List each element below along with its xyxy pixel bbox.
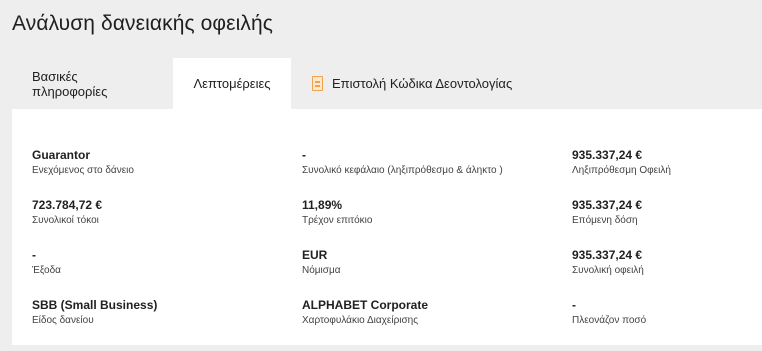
next-installment-field: 935.337,24 € Επόμενη δόση [572,198,642,227]
current-rate-field: 11,89% Τρέχον επιτόκιο [302,198,372,227]
tab-basic-info-label: Βασικές πληροφορίες [32,68,108,99]
total-debt-value: 935.337,24 € [572,248,643,262]
total-capital-value: - [302,148,306,162]
guarantor-label: Ενεχόμενος στο δάνειο [32,165,134,177]
total-interest-label: Συνολικοί τόκοι [32,215,99,227]
tab-details[interactable]: Λεπτομέρειες [173,58,291,109]
expenses-value: - [32,248,36,262]
total-debt-field: 935.337,24 € Συνολική οφειλή [572,248,644,277]
next-installment-label: Επόμενη δόση [572,215,638,227]
currency-label: Νόμισμα [302,265,341,277]
loan-type-label: Είδος δανείου [32,315,94,327]
tab-details-label: Λεπτομέρειες [193,76,271,91]
surplus-field: - Πλεονάζον ποσό [572,298,646,327]
surplus-value: - [572,298,576,312]
currency-value: EUR [302,248,328,262]
surplus-label: Πλεονάζον ποσό [572,315,647,327]
portfolio-field: ALPHABET Corporate Χαρτοφυλάκιο Διαχείρι… [302,298,428,327]
loan-type-value: SBB (Small Business) [32,298,158,312]
overdue-debt-label: Ληξιπρόθεσμη Οφειλή [572,165,671,177]
total-interest-value: 723.784,72 € [32,198,103,212]
currency-field: EUR Νόμισμα [302,248,340,277]
tab-basic-info[interactable]: Βασικές πληροφορίες [12,58,173,109]
document-icon [312,76,323,91]
guarantor-value: Guarantor [32,148,91,162]
overdue-debt-value: 935.337,24 € [572,148,643,162]
next-installment-value: 935.337,24 € [572,198,643,212]
expenses-field: - Έξοδα [32,248,61,277]
tab-code-of-conduct-letter[interactable]: Επιστολή Κώδικα Δεοντολογίας [291,58,512,109]
details-panel: Guarantor Ενεχόμενος στο δάνειο - Συνολι… [12,109,762,345]
expenses-label: Έξοδα [32,265,61,277]
total-debt-label: Συνολική οφειλή [572,265,644,277]
page-title: Ανάλυση δανειακής οφειλής [12,12,273,35]
guarantor-field: Guarantor Ενεχόμενος στο δάνειο [32,148,134,177]
current-rate-value: 11,89% [302,198,343,212]
total-capital-field: - Συνολικό κεφάλαιο (ληξιπρόθεσμο & άληκ… [302,148,503,177]
tab-bar: Βασικές πληροφορίες Λεπτομέρειες Επιστολ… [12,58,512,109]
portfolio-label: Χαρτοφυλάκιο Διαχείρισης [302,315,419,327]
total-interest-field: 723.784,72 € Συνολικοί τόκοι [32,198,102,227]
loan-type-field: SBB (Small Business) Είδος δανείου [32,298,157,327]
overdue-debt-field: 935.337,24 € Ληξιπρόθεσμη Οφειλή [572,148,671,177]
tab-code-of-conduct-letter-label: Επιστολή Κώδικα Δεοντολογίας [332,76,513,91]
current-rate-label: Τρέχον επιτόκιο [302,215,373,227]
portfolio-value: ALPHABET Corporate [302,298,429,312]
total-capital-label: Συνολικό κεφάλαιο (ληξιπρόθεσμο & άληκτο… [302,165,503,177]
